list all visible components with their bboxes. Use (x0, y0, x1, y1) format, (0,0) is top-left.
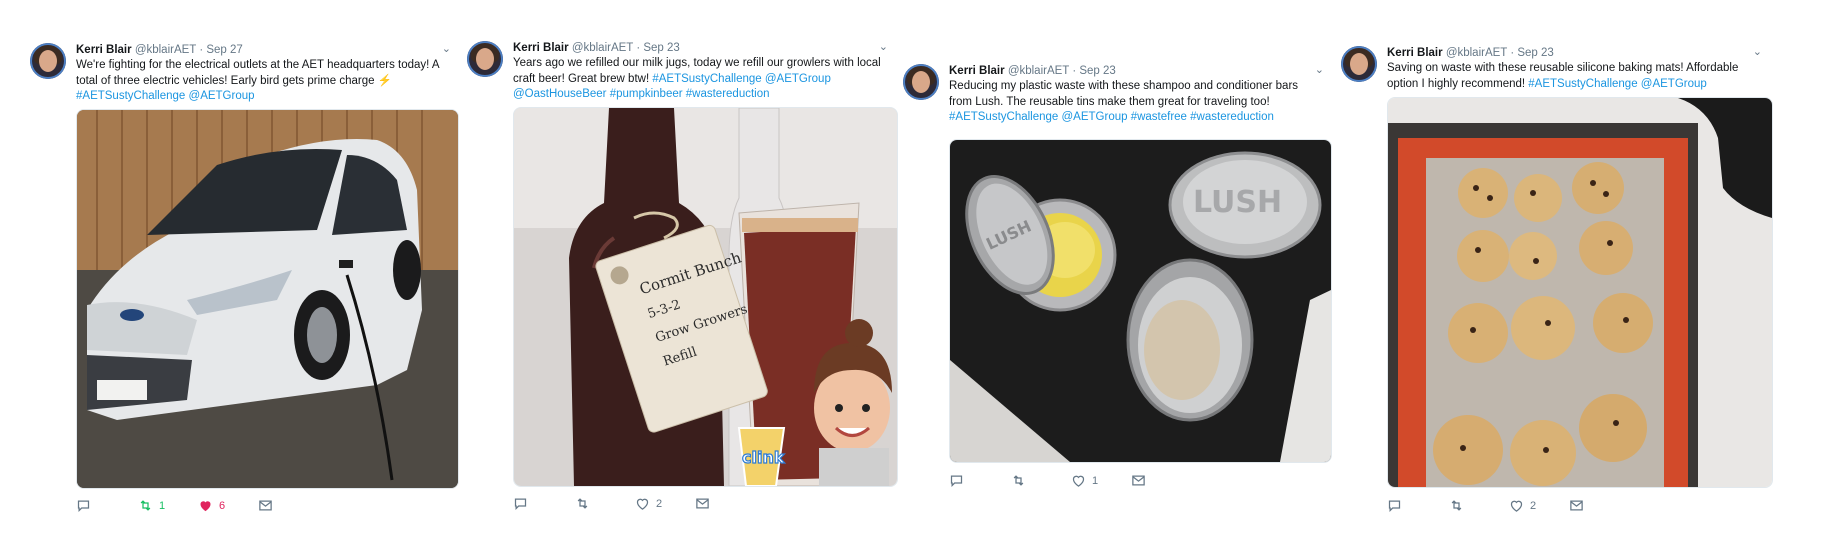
author-handle[interactable]: @kblairAET (1008, 65, 1069, 77)
author-handle[interactable]: @kblairAET (135, 44, 196, 56)
chevron-down-icon[interactable]: ⌄ (442, 42, 451, 57)
reply-button[interactable] (513, 496, 528, 511)
tweet-header: Kerri Blair @kblairAET · Sep 23 ⌄ (1387, 46, 1762, 61)
retweet-icon (140, 500, 151, 511)
reply-button[interactable] (949, 473, 964, 488)
tweet-date[interactable]: · Sep 27 (199, 44, 242, 56)
dm-button[interactable] (1131, 473, 1146, 488)
like-button[interactable]: 2 (635, 496, 662, 511)
envelope-icon (696, 498, 709, 509)
like-count: 6 (219, 499, 226, 512)
envelope-icon (259, 500, 272, 511)
tweet-text: We're fighting for the electrical outlet… (76, 59, 439, 102)
like-button[interactable]: 6 (198, 498, 225, 513)
avatar[interactable] (1341, 46, 1377, 82)
chevron-down-icon[interactable]: ⌄ (1315, 63, 1324, 78)
retweet-icon (577, 498, 588, 509)
chevron-down-icon[interactable]: ⌄ (879, 40, 888, 55)
reply-icon (514, 498, 527, 511)
reply-icon (77, 500, 90, 513)
author-handle[interactable]: @kblairAET (1446, 47, 1507, 59)
mention-link[interactable]: @AETGroup (189, 90, 255, 102)
reply-button[interactable] (1387, 498, 1402, 513)
tweet-header: Kerri Blair @kblairAET · Sep 23 ⌄ (513, 41, 888, 56)
tweet-text: Years ago we refilled our milk jugs, tod… (513, 57, 881, 100)
tweet-text: Saving on waste with these reusable sili… (1387, 62, 1739, 90)
retweet-button[interactable] (1449, 498, 1464, 513)
dm-button[interactable] (258, 498, 273, 513)
reply-icon (1388, 500, 1401, 513)
author-name[interactable]: Kerri Blair (513, 42, 569, 54)
hashtag-link[interactable]: #AETSustyChallenge (76, 90, 185, 102)
envelope-icon (1132, 475, 1145, 486)
tweet-date[interactable]: · Sep 23 (1072, 65, 1115, 77)
tweet-date[interactable]: · Sep 23 (636, 42, 679, 54)
reply-icon (950, 475, 963, 488)
electric-car-photo[interactable] (76, 109, 459, 489)
author-name[interactable]: Kerri Blair (1387, 47, 1443, 59)
clink-sticker: clink (737, 427, 785, 486)
tweet-header: Kerri Blair @kblairAET · Sep 27 ⌄ (76, 43, 451, 58)
dm-button[interactable] (695, 496, 710, 511)
retweet-icon (1013, 475, 1024, 486)
cookies-baking-mat-photo[interactable] (1387, 97, 1773, 488)
like-count: 2 (656, 497, 663, 510)
retweet-count: 1 (159, 499, 166, 512)
growler-beer-photo[interactable]: Cormit Bunch 5-3-2 Grow Growers Refill c… (513, 107, 898, 487)
reply-button[interactable] (76, 498, 91, 513)
like-count: 1 (1092, 474, 1099, 487)
like-button[interactable]: 1 (1071, 473, 1098, 488)
like-button[interactable]: 2 (1509, 498, 1536, 513)
heart-icon (636, 498, 649, 510)
hashtag-links[interactable]: #AETSustyChallenge @AETGroup #wastefree … (949, 111, 1274, 123)
heart-icon (1510, 500, 1523, 512)
like-count: 2 (1530, 499, 1537, 512)
author-handle[interactable]: @kblairAET (572, 42, 633, 54)
hashtag-links[interactable]: #AETSustyChallenge @AETGroup (1528, 78, 1707, 90)
avatar[interactable] (903, 64, 939, 100)
svg-text:clink: clink (742, 448, 785, 467)
retweet-icon (1451, 500, 1462, 511)
avatar[interactable] (30, 43, 66, 79)
tweet-header: Kerri Blair @kblairAET · Sep 23 ⌄ (949, 64, 1324, 79)
retweet-button[interactable]: 1 (138, 498, 165, 513)
retweet-button[interactable] (575, 496, 590, 511)
author-name[interactable]: Kerri Blair (949, 65, 1005, 77)
tweet-date[interactable]: · Sep 23 (1510, 47, 1553, 59)
envelope-icon (1570, 500, 1583, 511)
retweet-button[interactable] (1011, 473, 1026, 488)
dm-button[interactable] (1569, 498, 1584, 513)
lush-logo: LUSH (1193, 185, 1282, 220)
avatar[interactable] (467, 41, 503, 77)
heart-icon (1072, 475, 1085, 487)
heart-icon (200, 501, 211, 512)
author-name[interactable]: Kerri Blair (76, 44, 132, 56)
tweet-text: Reducing my plastic waste with these sha… (949, 80, 1299, 123)
chevron-down-icon[interactable]: ⌄ (1753, 45, 1762, 60)
lush-tins-photo[interactable]: LUSH LUSH (949, 139, 1332, 463)
